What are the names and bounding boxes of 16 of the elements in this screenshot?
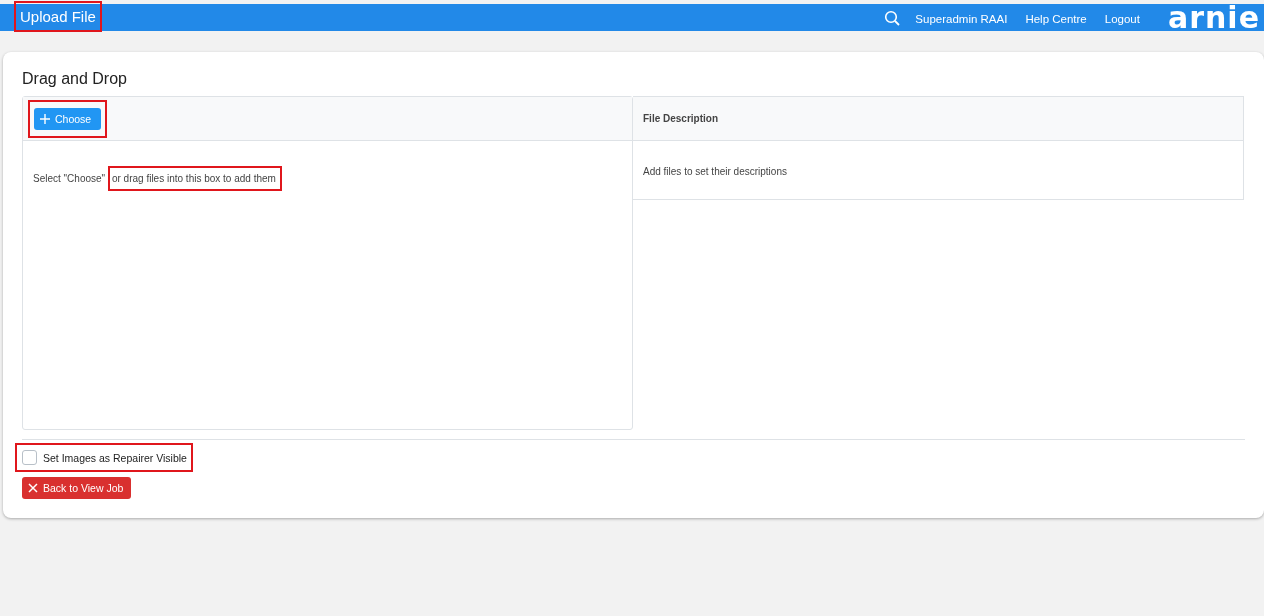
close-icon bbox=[28, 483, 38, 493]
back-button[interactable]: Back to View Job bbox=[22, 477, 132, 499]
nav-link[interactable]: Superadmin RAAI bbox=[915, 12, 1008, 25]
section-title: Drag and Drop bbox=[22, 70, 128, 88]
description-header: File Description bbox=[633, 97, 1243, 141]
upload-hint: Select "Choose" or drag files into this box to add them bbox=[33, 166, 282, 191]
nav-link[interactable]: Logout bbox=[1104, 12, 1140, 25]
description-empty-text: Add files to set their descriptions bbox=[643, 166, 788, 177]
plus-icon bbox=[40, 113, 50, 124]
repairer-visible-checkbox[interactable]: Set Images as Repairer Visible bbox=[22, 450, 187, 465]
choose-button[interactable]: Choose bbox=[34, 107, 102, 130]
page-title: Upload File bbox=[20, 8, 96, 25]
logo: arnie bbox=[1167, 4, 1260, 31]
checkbox-icon[interactable] bbox=[22, 450, 37, 465]
search-icon[interactable] bbox=[884, 9, 901, 26]
nav-link[interactable]: Help Centre bbox=[1025, 12, 1087, 25]
